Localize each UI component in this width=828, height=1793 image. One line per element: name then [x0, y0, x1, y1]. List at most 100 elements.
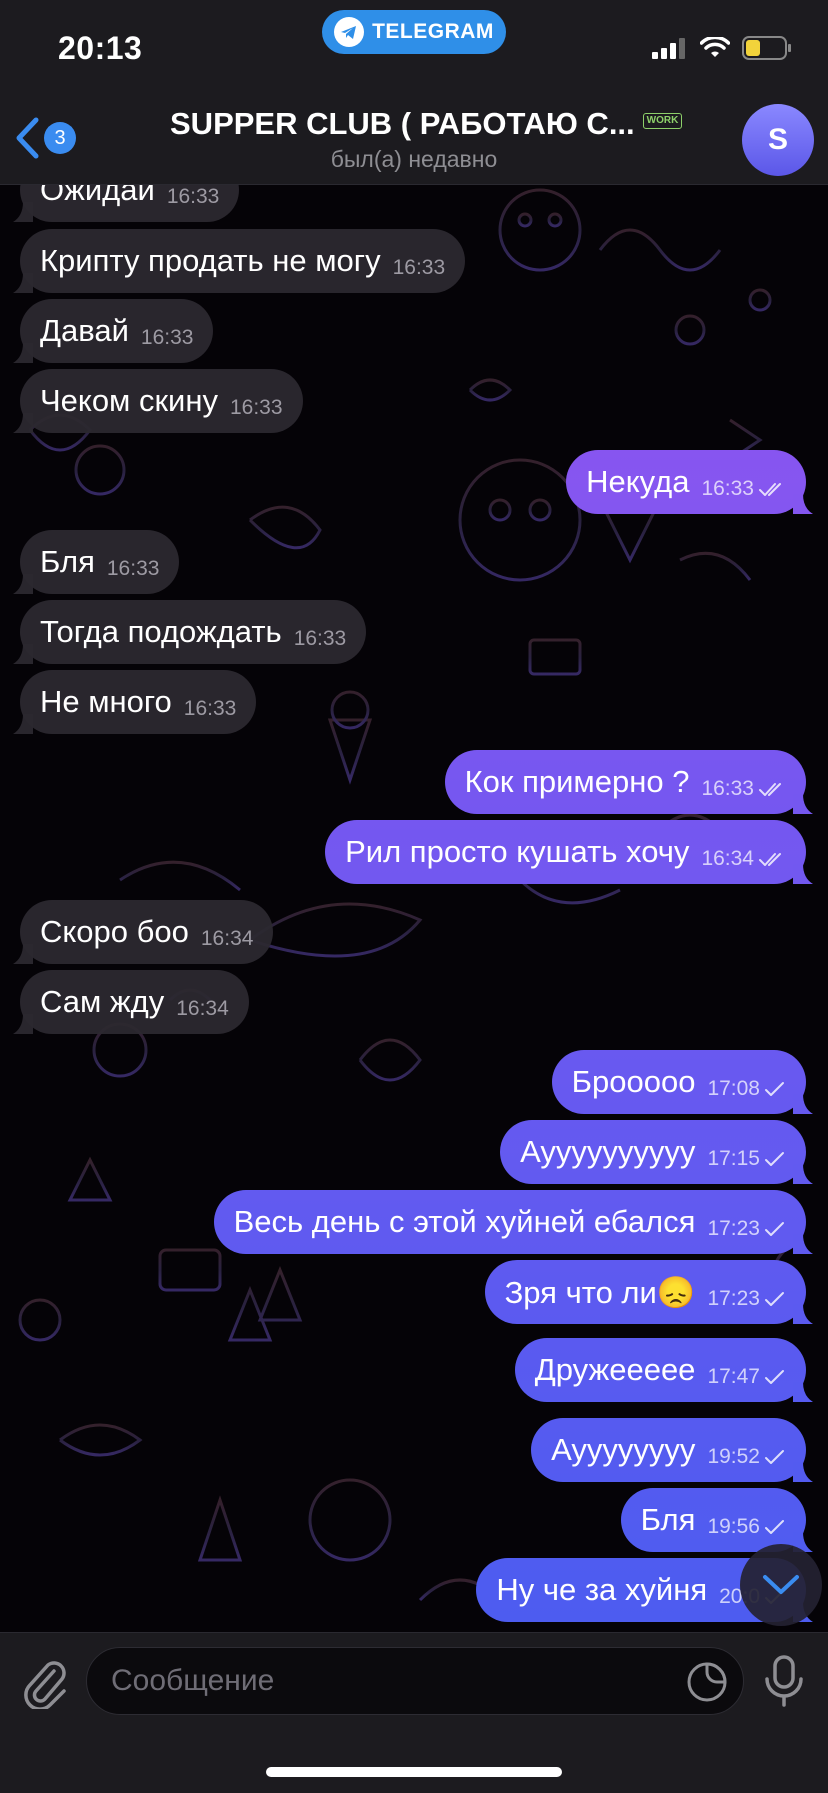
message-text: Бля: [40, 544, 95, 579]
bubble-tail: [793, 1094, 813, 1114]
microphone-icon[interactable]: [762, 1653, 806, 1709]
message-meta: 16:34: [176, 997, 229, 1021]
check-icon: [765, 1082, 784, 1096]
double-check-icon: [759, 853, 781, 866]
paperclip-icon[interactable]: [20, 1657, 68, 1709]
outgoing-message[interactable]: Рил просто кушать хочу 16:34: [325, 820, 813, 884]
message-meta: 16:33: [393, 256, 446, 280]
message-text: Не много: [40, 684, 172, 719]
incoming-message[interactable]: Чеком скину 16:33: [13, 369, 303, 433]
bubble-tail: [13, 273, 33, 293]
message-meta: 16:33: [701, 777, 786, 801]
message-text: Дружеееее: [534, 1352, 696, 1387]
avatar[interactable]: S: [742, 104, 814, 176]
message-meta: 17:08: [707, 1077, 786, 1101]
message-text: Чеком скину: [40, 383, 218, 418]
message-time: 16:33: [701, 477, 754, 500]
battery-icon: [742, 36, 791, 60]
telegram-return-pill[interactable]: TELEGRAM: [322, 10, 506, 54]
message-text: Сам жду: [40, 984, 165, 1019]
message-time: 17:47: [707, 1365, 760, 1388]
message-time: 16:33: [183, 697, 237, 720]
outgoing-message[interactable]: Весь день с этой хуйней ебался 17:23: [213, 1190, 813, 1254]
incoming-message[interactable]: Давай 16:33: [13, 299, 214, 363]
bubble-tail: [793, 1462, 813, 1482]
message-text: Брооооо: [571, 1064, 696, 1099]
message-input-bar: Сообщение: [0, 1632, 828, 1793]
telegram-pill-label: TELEGRAM: [372, 20, 494, 43]
chat-header: 3 SUPPER CLUB ( РАБОТАЮ С... WORK был(а)…: [0, 96, 828, 185]
work-badge: WORK: [642, 113, 683, 129]
incoming-message[interactable]: Не много 16:33: [13, 670, 257, 734]
message-text: Крипту продать не могу: [40, 243, 381, 278]
bubble-tail: [793, 864, 813, 884]
message-text: Ауууууууууу: [520, 1134, 696, 1169]
message-text: Некуда: [586, 464, 690, 499]
bubble-tail: [793, 1304, 813, 1324]
incoming-message[interactable]: Тогда подождать 16:33: [13, 600, 367, 664]
message-text: Давай: [40, 313, 129, 348]
outgoing-message[interactable]: Кок примерно ? 16:33: [444, 750, 813, 814]
message-text: Зря что ли😞: [504, 1274, 696, 1310]
bubble-tail: [13, 202, 33, 222]
check-icon: [765, 1520, 784, 1534]
message-time: 17:23: [707, 1287, 760, 1310]
message-meta: 16:34: [701, 847, 786, 871]
message-input[interactable]: Сообщение: [86, 1647, 744, 1715]
bubble-tail: [13, 574, 33, 594]
outgoing-message[interactable]: Некуда 16:33: [566, 450, 813, 514]
sticker-icon[interactable]: [685, 1660, 729, 1704]
check-icon: [765, 1292, 784, 1306]
outgoing-message[interactable]: Бля 19:56: [620, 1488, 813, 1552]
message-time: 16:33: [140, 326, 194, 349]
message-meta: 16:33: [141, 326, 194, 350]
message-time: 16:33: [229, 396, 283, 419]
last-seen-status: был(а) недавно: [330, 146, 498, 172]
outgoing-message[interactable]: Ауууууууууу 17:15: [500, 1120, 813, 1184]
incoming-message[interactable]: Сам жду 16:34: [13, 970, 249, 1034]
cellular-signal-icon: [652, 38, 685, 59]
message-input-placeholder: Сообщение: [111, 1664, 275, 1697]
message-meta: 16:33: [230, 396, 283, 420]
message-text: Рил просто кушать хочу: [345, 834, 690, 869]
message-time: 16:34: [200, 927, 254, 950]
check-icon: [765, 1450, 784, 1464]
bubble-tail: [793, 1382, 813, 1402]
message-meta: 17:15: [707, 1147, 786, 1171]
message-meta: 16:33: [107, 557, 160, 581]
message-text: Весь день с этой хуйней ебался: [233, 1204, 696, 1239]
message-text: Ауууууууу: [551, 1432, 696, 1467]
double-check-icon: [759, 483, 781, 496]
incoming-message[interactable]: Крипту продать не могу 16:33: [13, 229, 466, 293]
message-time: 16:33: [166, 185, 220, 208]
bubble-tail: [793, 794, 813, 814]
check-icon: [765, 1152, 784, 1166]
bubble-tail: [13, 413, 33, 433]
bubble-tail: [13, 1014, 33, 1034]
message-meta: 17:47: [707, 1365, 786, 1389]
bubble-tail: [13, 644, 33, 664]
outgoing-message[interactable]: Дружеееее 17:47: [514, 1338, 813, 1402]
wifi-icon: [700, 37, 730, 57]
scroll-to-bottom-button[interactable]: [740, 1544, 822, 1626]
message-meta: 17:23: [707, 1217, 786, 1241]
incoming-message[interactable]: Скоро боо 16:34: [13, 900, 274, 964]
message-meta: 17:23: [707, 1287, 786, 1311]
message-text: Ну че за хуйня: [496, 1572, 708, 1607]
outgoing-message[interactable]: Брооооо 17:08: [551, 1050, 813, 1114]
incoming-message[interactable]: Бля 16:33: [13, 530, 180, 594]
bubble-tail: [793, 1164, 813, 1184]
message-time: 17:23: [707, 1217, 760, 1240]
check-icon: [765, 1370, 784, 1384]
message-meta: 16:34: [201, 927, 254, 951]
bubble-tail: [13, 343, 33, 363]
outgoing-message[interactable]: Ауууууууу 19:52: [531, 1418, 813, 1482]
chevron-down-icon: [763, 1575, 799, 1594]
message-meta: 16:33: [294, 627, 347, 651]
chat-title-area[interactable]: SUPPER CLUB ( РАБОТАЮ С... WORK: [170, 106, 683, 142]
status-time: 20:13: [58, 30, 143, 66]
status-bar: 20:13 TELEGRAM: [0, 0, 828, 96]
check-icon: [765, 1222, 784, 1236]
outgoing-message[interactable]: Зря что ли😞 17:23: [484, 1260, 813, 1324]
telegram-icon: [334, 17, 365, 47]
